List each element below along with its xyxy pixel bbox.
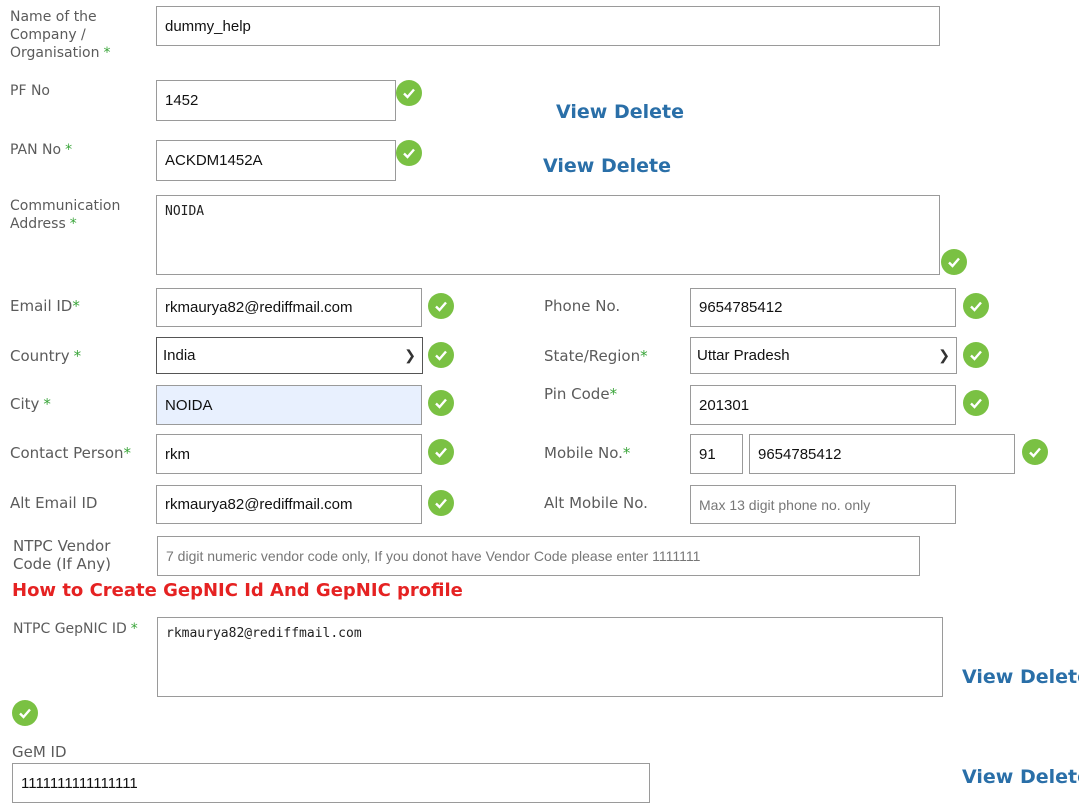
gem-delete-link[interactable]: Delete: [1020, 766, 1079, 788]
check-circle-icon: [963, 342, 989, 368]
contact-label: Contact Person*: [10, 444, 131, 462]
required-mark: *: [123, 444, 132, 462]
required-mark: *: [622, 444, 631, 462]
state-value: Uttar Pradesh: [697, 347, 790, 364]
gepnic-label-text: NTPC GepNIC ID: [13, 621, 127, 637]
email-input[interactable]: rkmaurya82@rediffmail.com: [156, 288, 422, 327]
phone-label: Phone No.: [544, 297, 621, 315]
gepnic-delete-link[interactable]: Delete: [1020, 666, 1079, 688]
check-circle-icon: [428, 390, 454, 416]
check-circle-icon: [12, 700, 38, 726]
email-label: Email ID*: [10, 297, 80, 315]
check-circle-icon: [428, 342, 454, 368]
required-mark: *: [640, 347, 648, 365]
gem-input[interactable]: 1111111111111111: [12, 763, 650, 803]
check-circle-icon: [428, 293, 454, 319]
address-label-text: Communication Address: [10, 198, 121, 232]
mobile-code-input[interactable]: 91: [690, 434, 743, 474]
check-circle-icon: [428, 439, 454, 465]
pf-view-link[interactable]: View: [556, 101, 607, 123]
pan-label-text: PAN No: [10, 142, 62, 158]
country-select[interactable]: India ❯: [156, 337, 423, 374]
alt-email-input[interactable]: rkmaurya82@rediffmail.com: [156, 485, 422, 524]
mobile-label-text: Mobile No.: [544, 444, 623, 462]
phone-input[interactable]: 9654785412: [690, 288, 956, 327]
gepnic-label: NTPC GepNIC ID *: [13, 620, 138, 638]
pin-input[interactable]: 201301: [690, 385, 956, 425]
company-label-text: Name of the Company / Organisation: [10, 9, 100, 61]
vendor-input[interactable]: 7 digit numeric vendor code only, If you…: [157, 536, 920, 576]
city-label-text: City: [10, 395, 40, 413]
gem-view-link[interactable]: View: [962, 766, 1013, 788]
mobile-input[interactable]: 9654785412: [749, 434, 1015, 474]
gem-actions: View Delete: [962, 766, 1079, 788]
check-circle-icon: [396, 140, 422, 166]
required-mark: *: [65, 142, 73, 158]
alt-mobile-input[interactable]: Max 13 digit phone no. only: [690, 485, 956, 524]
state-select[interactable]: Uttar Pradesh ❯: [690, 337, 957, 374]
vendor-label: NTPC Vendor Code (If Any): [13, 537, 111, 573]
pf-delete-link[interactable]: Delete: [614, 101, 684, 123]
pan-delete-link[interactable]: Delete: [601, 155, 671, 177]
check-circle-icon: [396, 80, 422, 106]
gepnic-view-link[interactable]: View: [962, 666, 1013, 688]
pin-label-text: Pin Code: [544, 385, 610, 403]
required-mark: *: [73, 347, 82, 365]
city-label: City *: [10, 395, 51, 413]
required-mark: *: [609, 385, 618, 403]
required-mark: *: [103, 45, 111, 61]
alt-email-label: Alt Email ID: [10, 494, 98, 512]
gepnic-help-link[interactable]: How to Create GepNIC Id And GepNIC profi…: [12, 580, 463, 601]
email-label-text: Email ID: [10, 297, 73, 315]
contact-input[interactable]: rkm: [156, 434, 422, 474]
pf-label: PF No: [10, 83, 50, 99]
check-circle-icon: [428, 490, 454, 516]
alt-mobile-label: Alt Mobile No.: [544, 494, 648, 512]
pf-actions: View Delete: [556, 101, 684, 123]
mobile-label: Mobile No.*: [544, 444, 630, 462]
company-label: Name of the Company / Organisation *: [10, 8, 140, 62]
state-label: State/Region*: [544, 347, 648, 365]
check-circle-icon: [963, 390, 989, 416]
required-mark: *: [130, 621, 138, 637]
pan-actions: View Delete: [543, 155, 671, 177]
pin-label: Pin Code*: [544, 385, 617, 403]
chevron-down-icon: ❯: [938, 347, 950, 363]
company-input[interactable]: dummy_help: [156, 6, 940, 46]
check-circle-icon: [963, 293, 989, 319]
pf-input[interactable]: 1452: [156, 80, 396, 121]
required-mark: *: [72, 297, 80, 315]
address-label: Communication Address *: [10, 197, 140, 233]
country-label: Country *: [10, 347, 81, 365]
pan-input[interactable]: ACKDM1452A: [156, 140, 396, 181]
gepnic-textarea[interactable]: rkmaurya82@rediffmail.com: [157, 617, 943, 697]
contact-label-text: Contact Person: [10, 444, 124, 462]
required-mark: *: [69, 216, 77, 232]
city-input[interactable]: NOIDA: [156, 385, 422, 425]
check-circle-icon: [941, 249, 967, 275]
state-label-text: State/Region: [544, 347, 641, 365]
required-mark: *: [43, 395, 51, 413]
pan-view-link[interactable]: View: [543, 155, 594, 177]
address-textarea[interactable]: NOIDA: [156, 195, 940, 275]
country-value: India: [163, 347, 196, 364]
gepnic-actions: View Delete: [962, 666, 1079, 688]
country-label-text: Country: [10, 347, 70, 365]
check-circle-icon: [1022, 439, 1048, 465]
gem-label: GeM ID: [12, 743, 67, 761]
chevron-down-icon: ❯: [404, 347, 416, 363]
pan-label: PAN No *: [10, 141, 72, 159]
